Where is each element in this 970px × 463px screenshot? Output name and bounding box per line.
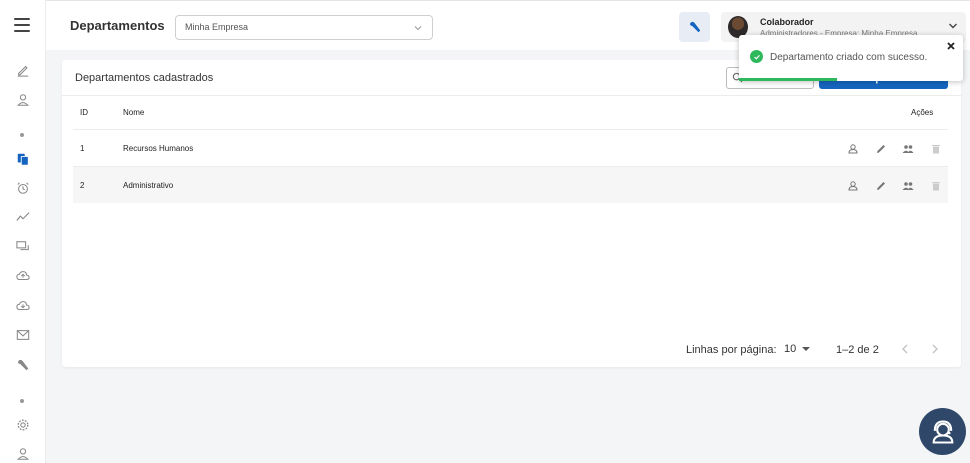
table-row: 1 Recursos Humanos [73, 129, 948, 166]
cloud-upload-icon[interactable] [0, 264, 46, 288]
delete-icon[interactable] [930, 142, 942, 154]
cell-name: Administrativo [123, 181, 174, 190]
toast-progress [739, 78, 837, 81]
mail-icon[interactable] [0, 323, 46, 347]
documents-icon[interactable] [0, 147, 46, 171]
check-circle-icon [750, 50, 763, 63]
support-button[interactable] [919, 408, 966, 455]
delete-icon[interactable] [930, 179, 942, 191]
chart-line-icon[interactable] [0, 205, 46, 229]
rows-per-page-select[interactable]: 10 [784, 343, 796, 355]
user-name: Colaborador [760, 17, 814, 27]
members-icon[interactable] [902, 179, 914, 191]
cell-id: 1 [80, 144, 85, 153]
column-header-name[interactable]: Nome [123, 108, 144, 117]
departments-card: Departamentos cadastrados Filtrar Novo d… [62, 60, 961, 367]
close-icon[interactable] [946, 41, 956, 51]
success-toast: Departamento criado com sucesso. [739, 35, 963, 81]
chevron-right-icon[interactable] [928, 342, 942, 356]
edit-icon[interactable] [875, 142, 887, 154]
caret-down-icon[interactable] [802, 347, 810, 351]
cell-name: Recursos Humanos [123, 144, 194, 153]
edit-icon[interactable] [0, 58, 46, 82]
members-icon[interactable] [902, 142, 914, 154]
chevron-down-icon[interactable] [948, 21, 958, 31]
chevron-down-icon [414, 26, 422, 31]
cell-id: 2 [80, 181, 85, 190]
support-agent-icon [932, 419, 953, 444]
cloud-download-icon[interactable] [0, 294, 46, 318]
manager-icon[interactable] [847, 142, 859, 154]
sidebar [0, 0, 46, 463]
table-row: 2 Administrativo [73, 166, 948, 203]
separator-dot [20, 133, 24, 137]
separator-dot [20, 399, 24, 403]
column-header-actions: Ações [911, 108, 934, 117]
manager-icon[interactable] [847, 179, 859, 191]
column-header-id[interactable]: ID [80, 108, 88, 117]
menu-icon[interactable] [14, 18, 30, 32]
edit-icon[interactable] [875, 179, 887, 191]
chat-icon[interactable] [0, 235, 46, 259]
alarm-icon[interactable] [0, 176, 46, 200]
rows-per-page-label: Linhas por página: [686, 344, 777, 356]
profile-icon[interactable] [0, 442, 46, 463]
pagination-range: 1–2 de 2 [836, 344, 879, 356]
wrench-icon [689, 21, 700, 33]
toast-message: Departamento criado com sucesso. [770, 52, 928, 63]
page-title: Departamentos [70, 18, 165, 33]
wrench-icon[interactable] [0, 353, 46, 377]
settings-icon[interactable] [0, 413, 46, 437]
chevron-left-icon[interactable] [898, 342, 912, 356]
divider [62, 95, 961, 96]
card-title: Departamentos cadastrados [75, 72, 214, 84]
user-icon[interactable] [0, 88, 46, 112]
company-select[interactable]: Minha Empresa [175, 15, 433, 40]
company-select-value: Minha Empresa [185, 22, 249, 32]
tools-button[interactable] [679, 12, 710, 42]
